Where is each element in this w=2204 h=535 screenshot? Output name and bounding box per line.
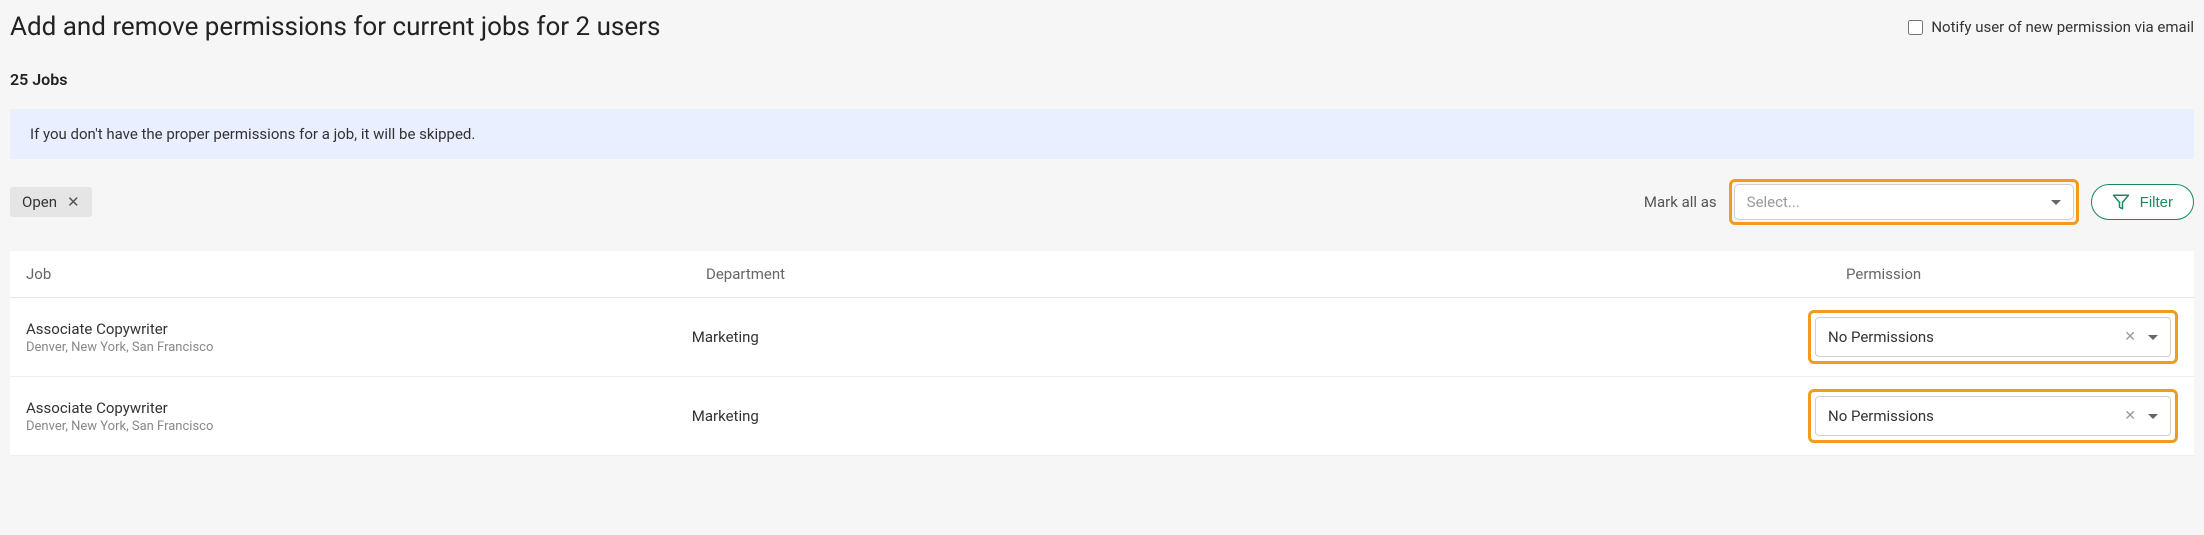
- table-row: Associate Copywriter Denver, New York, S…: [10, 298, 2194, 377]
- header-job: Job: [26, 265, 706, 283]
- clear-icon[interactable]: ✕: [2124, 329, 2136, 345]
- mark-all-highlight: Select...: [1729, 179, 2079, 225]
- permission-select[interactable]: No Permissions ✕: [1815, 317, 2171, 357]
- table-row: Associate Copywriter Denver, New York, S…: [10, 377, 2194, 456]
- filter-chip-label: Open: [22, 193, 57, 211]
- funnel-icon: [2112, 193, 2130, 211]
- job-department: Marketing: [692, 407, 759, 425]
- header-department: Department: [706, 265, 1846, 283]
- job-location: Denver, New York, San Francisco: [26, 340, 692, 355]
- chevron-down-icon: [2148, 414, 2158, 419]
- jobs-table: Job Department Permission Associate Copy…: [10, 251, 2194, 456]
- header-permission: Permission: [1846, 265, 2178, 283]
- job-title: Associate Copywriter: [26, 320, 692, 338]
- mark-all-placeholder: Select...: [1747, 193, 1800, 211]
- mark-all-select[interactable]: Select...: [1734, 184, 2074, 220]
- notify-checkbox-wrapper[interactable]: Notify user of new permission via email: [1908, 18, 2194, 36]
- jobs-count: 25 Jobs: [10, 70, 2194, 89]
- job-title: Associate Copywriter: [26, 399, 692, 417]
- filter-button-label: Filter: [2140, 194, 2173, 211]
- chevron-down-icon: [2148, 335, 2158, 340]
- info-banner: If you don't have the proper permissions…: [10, 109, 2194, 159]
- permission-value: No Permissions: [1828, 407, 1934, 425]
- permission-highlight: No Permissions ✕: [1808, 389, 2178, 443]
- notify-label: Notify user of new permission via email: [1931, 18, 2194, 36]
- filter-chip-open[interactable]: Open ✕: [10, 187, 92, 217]
- filter-button[interactable]: Filter: [2091, 184, 2194, 220]
- permission-value: No Permissions: [1828, 328, 1934, 346]
- page-title: Add and remove permissions for current j…: [10, 12, 660, 42]
- close-icon[interactable]: ✕: [67, 193, 80, 211]
- job-location: Denver, New York, San Francisco: [26, 419, 692, 434]
- permission-highlight: No Permissions ✕: [1808, 310, 2178, 364]
- clear-icon[interactable]: ✕: [2124, 408, 2136, 424]
- notify-checkbox[interactable]: [1908, 20, 1923, 35]
- job-department: Marketing: [692, 328, 759, 346]
- permission-select[interactable]: No Permissions ✕: [1815, 396, 2171, 436]
- chevron-down-icon: [2051, 200, 2061, 205]
- mark-all-label: Mark all as: [1644, 193, 1717, 211]
- table-header: Job Department Permission: [10, 251, 2194, 298]
